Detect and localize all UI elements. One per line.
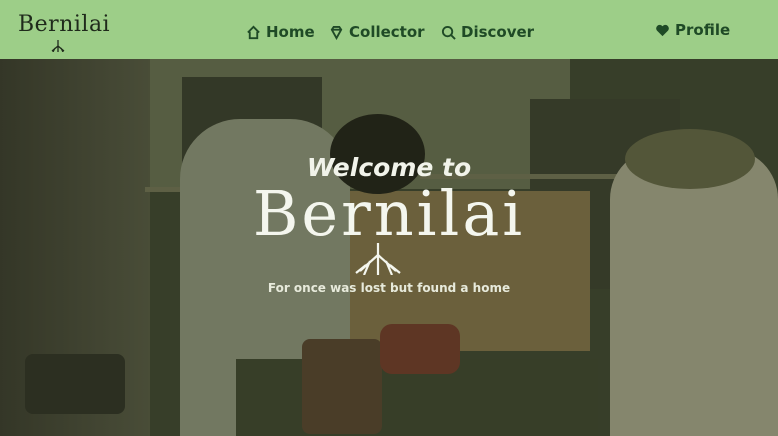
- search-icon: [441, 25, 456, 40]
- nav-discover-label: Discover: [461, 23, 535, 41]
- logo[interactable]: Bernilai: [18, 12, 111, 52]
- gem-icon: [330, 25, 343, 40]
- navbar: Bernilai Home Collector Discover Profile: [0, 0, 778, 59]
- roots-icon: [355, 243, 401, 275]
- nav-home-label: Home: [266, 23, 315, 41]
- heart-icon: [656, 24, 669, 36]
- nav-collector[interactable]: Collector: [329, 22, 425, 42]
- nav-profile-label: Profile: [675, 21, 731, 39]
- logo-text: Bernilai: [18, 12, 111, 37]
- hero-banner: Welcome to Bernilai For once was lost bu…: [0, 59, 778, 436]
- hero-tagline: For once was lost but found a home: [267, 281, 511, 295]
- roots-icon: [51, 40, 65, 52]
- nav-profile[interactable]: Profile: [655, 20, 730, 40]
- nav-collector-label: Collector: [349, 23, 425, 41]
- nav-home[interactable]: Home: [246, 22, 315, 42]
- home-icon: [247, 25, 260, 39]
- nav-discover[interactable]: Discover: [441, 22, 534, 42]
- hero-title: Bernilai: [252, 177, 526, 250]
